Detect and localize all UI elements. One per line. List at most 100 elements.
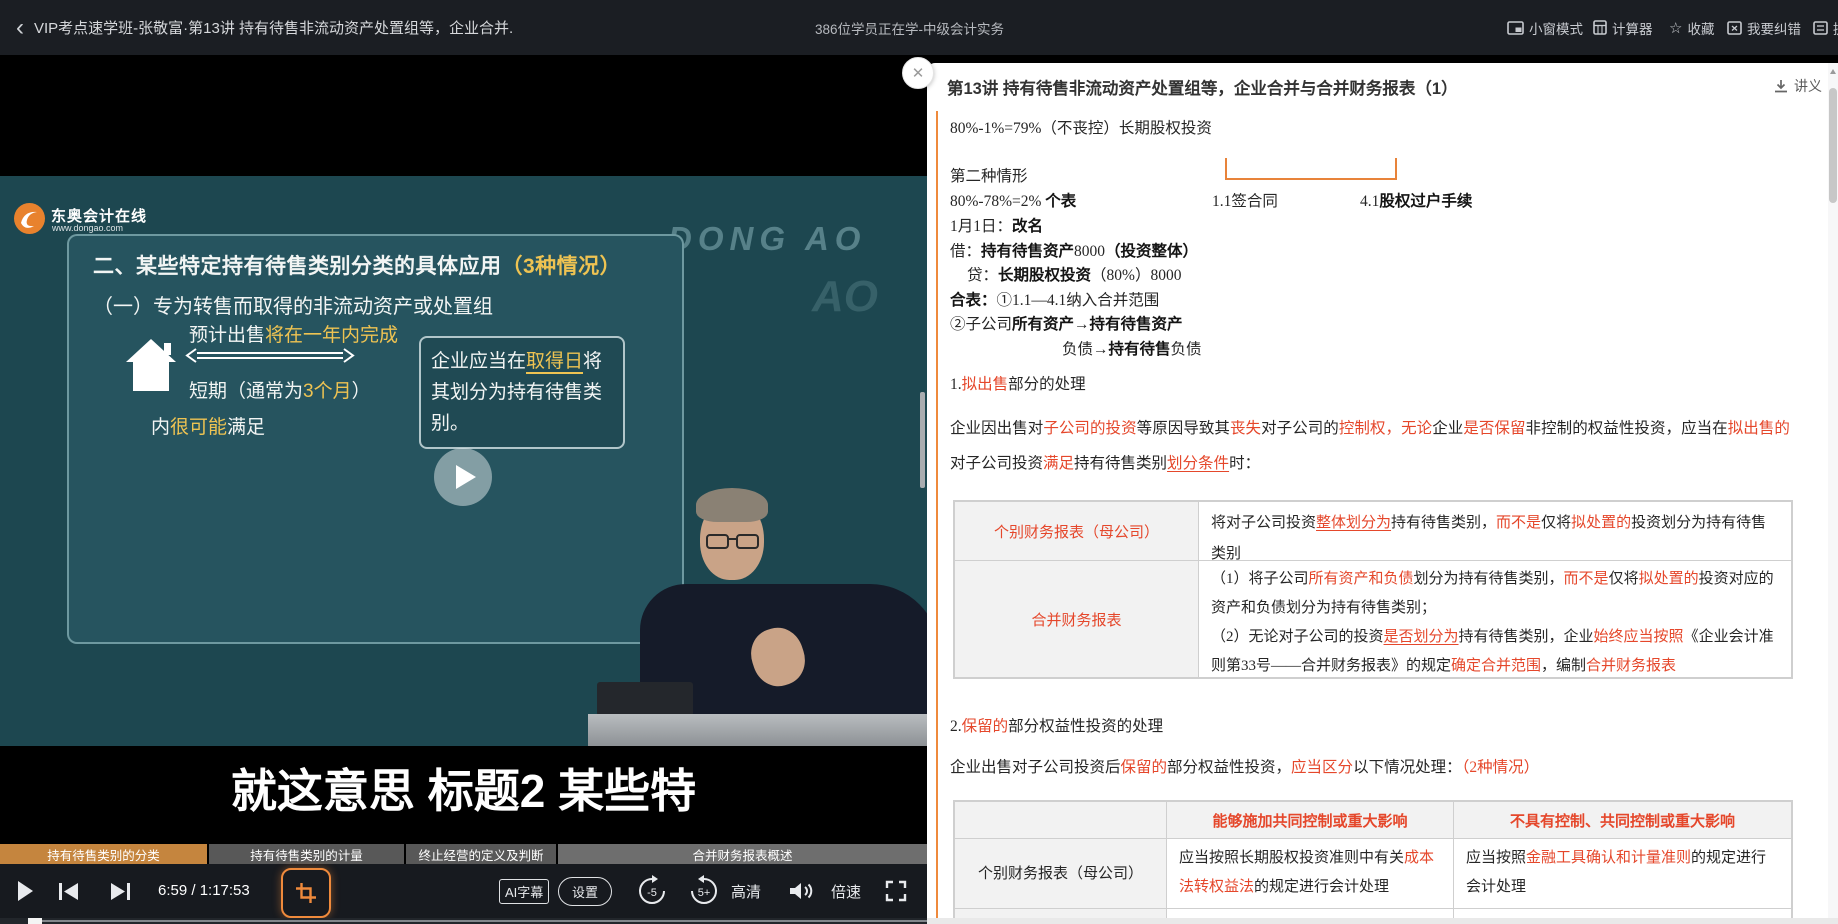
download-handout-button[interactable]: 讲义 — [1773, 76, 1822, 96]
video-frame: 东奥会计在线 www.dongao.com DONG AO AO 二、某些特定持… — [0, 176, 927, 746]
pip-label: 小窗模式 — [1529, 18, 1583, 38]
slide-line-3: 内很可能满足 — [151, 412, 265, 439]
video-caption: 就这意思 标题2 某些特 — [0, 755, 927, 821]
video-player[interactable]: 东奥会计在线 www.dongao.com DONG AO AO 二、某些特定持… — [0, 55, 927, 924]
fullscreen-button[interactable] — [885, 880, 907, 902]
notes-table-2: 能够施加共同控制或重大影响 不具有控制、共同控制或重大影响 个别财务报表（母公司… — [953, 800, 1793, 924]
ai-subtitle-button[interactable]: AI字幕 — [499, 879, 549, 904]
desk — [588, 714, 927, 746]
table2-row1-header: 个别财务报表（母公司） — [954, 838, 1167, 909]
previous-icon — [58, 883, 79, 900]
horizontal-scrollbar[interactable] — [927, 918, 1838, 924]
timeline-bracket-right — [1395, 158, 1397, 180]
chapter-bar: 持有待售类别的分类 持有待售类别的计量 终止经营的定义及判断 合并财务报表概述 — [0, 844, 927, 864]
crop-icon — [295, 882, 317, 904]
download-icon — [1773, 78, 1789, 94]
pip-icon — [1507, 21, 1524, 35]
back-icon[interactable]: ‹ — [16, 16, 24, 40]
favorite-button[interactable]: ☆ 收藏 — [1669, 0, 1714, 55]
notes-line: 负债→持有待售负债 — [1062, 337, 1202, 359]
chapter-segment-4[interactable]: 合并财务报表概述 — [558, 844, 927, 864]
rewind-5-button[interactable]: -5 — [636, 875, 668, 907]
table1-row1-header: 个别财务报表（母公司） — [954, 501, 1199, 561]
favorite-label: 收藏 — [1687, 18, 1714, 38]
next-button[interactable] — [110, 883, 131, 900]
quality-button[interactable]: 高清 — [731, 881, 761, 902]
table2-row1-col2: 应当按照长期股权投资准则中有关成本法转权益法的规定进行会计处理 — [1166, 838, 1454, 909]
page-scrollbar-thumb[interactable] — [920, 392, 925, 488]
svg-text:5+: 5+ — [698, 887, 711, 899]
forward-5-button[interactable]: 5+ — [688, 875, 720, 907]
notes-heading-2: 2.保留的部分权益性投资的处理 — [950, 714, 1163, 736]
notes-table-1: 个别财务报表（母公司） 将对子公司投资整体划分为持有待售类别，而不是仅将拟处置的… — [953, 500, 1793, 679]
notes-line: 4.1股权过户手续 — [1360, 189, 1472, 211]
next-icon — [110, 883, 131, 900]
table1-row1-body: 将对子公司投资整体划分为持有待售类别，而不是仅将拟处置的投资划分为持有待售类别 — [1198, 501, 1792, 561]
double-arrow-icon — [185, 348, 355, 369]
notes-line: 80%-78%=2% 个表 — [950, 189, 1076, 211]
scrollbar-up-arrow[interactable] — [1830, 69, 1836, 74]
slide-subtitle: （一）专为转售而取得的非流动资产或处置组 — [93, 290, 493, 319]
notes-line: 80%-1%=79%（不丧控）长期股权投资 — [950, 116, 1212, 138]
play-overlay-button[interactable] — [434, 448, 492, 506]
fullscreen-icon — [885, 880, 907, 902]
table1-row2-header: 合并财务报表 — [954, 560, 1199, 678]
notes-line: ②子公司所有资产→持有待售资产 — [950, 312, 1183, 334]
calculator-button[interactable]: 计算器 — [1593, 0, 1653, 55]
timeline-bracket-bottom — [1225, 178, 1397, 180]
seek-line — [28, 920, 927, 922]
speed-button[interactable]: 倍速 — [831, 881, 861, 902]
timeline-bracket-left — [1225, 158, 1227, 180]
play-icon — [455, 464, 477, 490]
feedback-button[interactable]: 提 — [1813, 0, 1838, 55]
settings-button[interactable]: 设置 — [558, 877, 612, 906]
notes-line: 第二种情形 — [950, 164, 1028, 186]
live-status: 386位学员正在学-中级会计实务 — [815, 0, 1004, 55]
table2-col3-header: 不具有控制、共同控制或重大影响 — [1453, 801, 1792, 839]
calculator-icon — [1593, 20, 1607, 35]
slide-line-2: 短期（通常为3个月） — [189, 376, 371, 403]
report-error-button[interactable]: 我要纠错 — [1727, 0, 1801, 55]
seek-thumb[interactable] — [28, 918, 42, 924]
table2-col2-header: 能够施加共同控制或重大影响 — [1166, 801, 1454, 839]
content-left-rule — [936, 111, 938, 924]
notes-line: 贷：长期股权投资（80%）8000 — [967, 263, 1181, 285]
pip-mode-button[interactable]: 小窗模式 — [1507, 0, 1583, 55]
svg-text:-5: -5 — [647, 887, 657, 899]
notes-scrollbar-thumb[interactable] — [1829, 88, 1837, 203]
feedback-icon — [1813, 21, 1828, 35]
chapter-segment-3[interactable]: 终止经营的定义及判断 — [406, 844, 556, 864]
table2-row1-col3: 应当按照金融工具确认和计量准则的规定进行会计处理 — [1453, 838, 1792, 909]
rewind-5-icon: -5 — [636, 875, 668, 907]
player-controls: 6:59 / 1:17:53 AI字幕 设置 -5 5+ 高清 — [0, 864, 927, 918]
slide-line-1: 预计出售将在一年内完成 — [189, 320, 398, 347]
play-button[interactable] — [16, 880, 34, 902]
house-icon — [125, 338, 177, 399]
logo-url: www.dongao.com — [52, 223, 123, 233]
forward-5-icon: 5+ — [688, 875, 720, 907]
volume-button[interactable] — [789, 881, 814, 901]
previous-button[interactable] — [58, 883, 79, 900]
notes-title: 第13讲 持有待售非流动资产处置组等，企业合并与合并财务报表（1） — [947, 75, 1458, 99]
instructor-glasses — [706, 534, 760, 550]
slide-panel: 二、某些特定持有待售类别分类的具体应用（3种情况） （一）专为转售而取得的非流动… — [67, 234, 684, 644]
notes-line: 借：持有待售资产8000（投资整体） — [950, 239, 1198, 261]
chapter-segment-1[interactable]: 持有待售类别的分类 — [0, 844, 207, 864]
feedback-label: 提 — [1833, 18, 1838, 38]
clip-marker-button[interactable] — [281, 868, 331, 918]
notes-line: 1.1签合同 — [1212, 189, 1278, 211]
slide-title: 二、某些特定持有待售类别分类的具体应用（3种情况） — [93, 250, 621, 280]
table1-row2-body: （1）将子公司所有资产和负债划分为持有待售类别，而不是仅将拟处置的投资对应的资产… — [1198, 560, 1792, 678]
star-icon: ☆ — [1669, 19, 1682, 37]
report-icon — [1727, 21, 1742, 35]
notes-paragraph-2: 企业出售对子公司投资后保留的部分权益性投资，应当区分以下情况处理：（2种情况） — [950, 755, 1539, 777]
notes-panel: 第13讲 持有待售非流动资产处置组等，企业合并与合并财务报表（1） 讲义 80%… — [927, 63, 1838, 924]
close-notes-button[interactable]: ✕ — [902, 57, 934, 89]
time-display: 6:59 / 1:17:53 — [158, 882, 250, 899]
chapter-segment-2[interactable]: 持有待售类别的计量 — [209, 844, 404, 864]
top-bar-left: ‹ VIP考点速学班-张敬富·第13讲 持有待售非流动资产处置组等，企业合并..… — [16, 0, 514, 55]
instructor-hair — [696, 488, 768, 522]
course-title: VIP考点速学班-张敬富·第13讲 持有待售非流动资产处置组等，企业合并... — [34, 17, 514, 38]
watermark-2: AO — [812, 272, 878, 322]
notes-paragraph-1: 企业因出售对子公司的投资等原因导致其丧失对子公司的控制权，无论企业是否保留非控制… — [950, 411, 1790, 481]
